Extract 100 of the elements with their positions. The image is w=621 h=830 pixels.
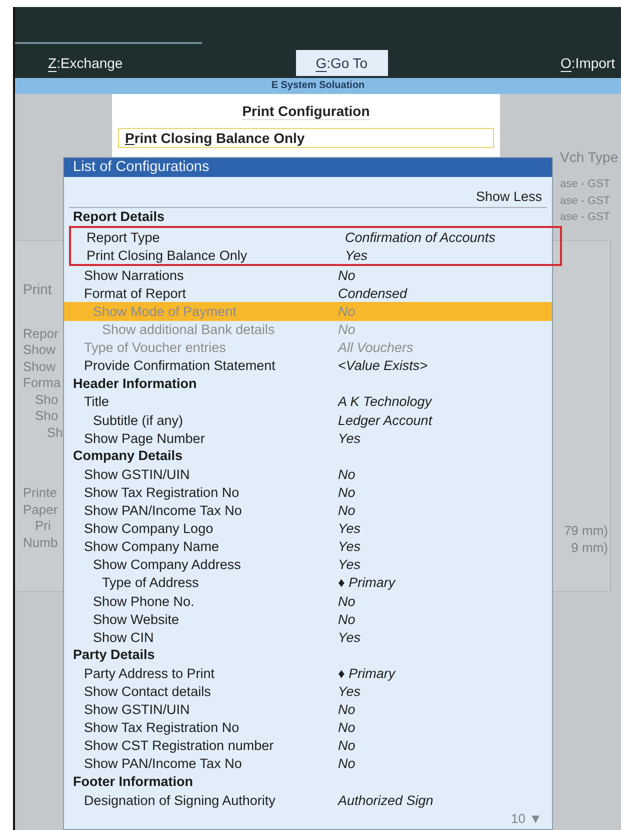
config-row[interactable]: Show PAN/Income Tax No No <box>64 754 552 773</box>
config-value: No <box>338 304 356 320</box>
background-label: Sho <box>35 408 60 424</box>
background-label: Sh <box>47 424 64 441</box>
config-row[interactable]: Party Address to Print ♦ Primary <box>64 664 552 682</box>
config-value: Yes <box>338 684 361 699</box>
config-row[interactable]: Show Website No <box>64 610 552 628</box>
background-label: Numb <box>23 534 59 551</box>
config-label: Show Company Address <box>92 557 242 572</box>
config-row[interactable]: Show CIN Yes <box>64 628 552 646</box>
config-value: <Value Exists> <box>338 358 428 374</box>
section-heading: Company Details <box>72 447 184 466</box>
config-label: Show CIN <box>92 630 155 645</box>
config-value: A K Technology <box>338 394 432 410</box>
config-label: Show Contact details <box>83 684 212 699</box>
config-value: ♦ Primary <box>338 666 396 681</box>
config-row[interactable]: Show Narrations No <box>64 266 552 284</box>
input-field[interactable]: Print Closing Balance Only <box>118 128 494 148</box>
config-value: No <box>338 268 356 283</box>
config-value: Yes <box>338 539 361 554</box>
config-label: Provide Confirmation Statement <box>83 358 276 374</box>
config-row[interactable]: Show Tax Registration No No <box>64 718 552 737</box>
config-row[interactable]: Subtitle (if any) Ledger Account <box>64 411 552 430</box>
config-label: Title <box>83 394 110 410</box>
config-row[interactable]: Show Page Number Yes <box>64 429 552 448</box>
config-row[interactable]: Show Company Name Yes <box>64 538 552 556</box>
page-indicator: 10 ▼ <box>511 811 542 826</box>
config-value: Yes <box>338 557 361 572</box>
config-label: Designation of Signing Authority <box>83 792 276 808</box>
config-label: Show Narrations <box>83 268 185 283</box>
config-value: Yes <box>338 430 361 446</box>
background-label: Sho <box>35 392 60 408</box>
config-value: Authorized Sign <box>338 792 434 808</box>
config-label: Party Address to Print <box>83 666 216 681</box>
config-row[interactable]: Show PAN/Income Tax No No <box>64 502 552 520</box>
config-label: Type of Address <box>101 575 200 590</box>
background-label: Vch Type <box>560 148 620 167</box>
show-less-link[interactable]: Show Less <box>476 189 542 205</box>
popup-title: List of Configurations <box>64 158 552 177</box>
config-row[interactable]: Format of Report Condensed <box>64 284 552 302</box>
config-label: Show PAN/Income Tax No <box>83 756 243 772</box>
config-label: Show Page Number <box>83 430 206 446</box>
config-label: Format of Report <box>83 286 188 301</box>
config-row[interactable]: Show GSTIN/UIN No <box>64 465 552 484</box>
config-value: No <box>338 466 356 482</box>
config-row[interactable]: Type of Address ♦ Primary <box>64 574 552 592</box>
menu-button[interactable]: Z:Exchange <box>48 50 143 76</box>
background-label: Forma <box>23 375 62 392</box>
config-label: Show Tax Registration No <box>83 720 240 736</box>
background-label: Paper <box>23 502 59 518</box>
config-value: No <box>338 484 356 500</box>
config-row[interactable]: Report Type Confirmation of Accounts <box>71 228 552 246</box>
config-label: Report Type <box>86 230 161 245</box>
config-label: Show Company Logo <box>83 521 214 536</box>
section-heading: Footer Information <box>72 772 194 791</box>
config-row[interactable]: Title A K Technology <box>64 392 552 412</box>
background-label: 79 mm) <box>564 523 608 540</box>
background-label: Repor <box>23 326 60 342</box>
company-name-bar: E System Soluation <box>15 78 621 94</box>
config-row[interactable]: Show GSTIN/UIN No <box>64 700 552 719</box>
config-label: Show additional Bank details <box>101 322 276 338</box>
background-label: ase - GST <box>560 177 612 192</box>
config-row[interactable]: Designation of Signing Authority Authorized Sign <box>64 791 552 810</box>
section-heading: Report Details <box>72 208 166 226</box>
background-label: ase - GST <box>560 210 612 225</box>
config-row[interactable]: Provide Confirmation Statement <Value Exists> <box>64 356 552 375</box>
config-label: Subtitle (if any) <box>92 412 184 428</box>
config-row[interactable]: Show Company Logo Yes <box>64 520 552 538</box>
config-value: No <box>338 720 356 736</box>
config-row[interactable]: Show Company Address Yes <box>64 556 552 574</box>
config-value: No <box>338 756 356 772</box>
config-value: All Vouchers <box>338 340 414 356</box>
menu-button[interactable]: O:Import <box>540 50 615 76</box>
background-label: ase - GST <box>560 194 612 208</box>
config-value: No <box>338 594 356 609</box>
config-label: Show PAN/Income Tax No <box>83 503 243 518</box>
config-value: No <box>338 702 356 718</box>
config-value: Condensed <box>338 286 408 301</box>
config-row[interactable]: Show Tax Registration No No <box>64 483 552 502</box>
config-value: Ledger Account <box>338 412 432 428</box>
config-value: Yes <box>338 630 361 645</box>
config-row[interactable]: Print Closing Balance Only Yes <box>71 246 552 264</box>
config-label: Show Phone No. <box>92 594 196 609</box>
config-row[interactable]: Show CST Registration number No <box>64 736 552 755</box>
config-label: Show Company Name <box>83 539 220 554</box>
config-value: No <box>338 503 356 518</box>
config-label: Show GSTIN/UIN <box>83 466 191 482</box>
config-label: Show CST Registration number <box>83 738 275 754</box>
config-row[interactable]: Show Phone No. No <box>64 592 552 610</box>
menu-button[interactable]: G:Go To <box>296 50 388 76</box>
config-row[interactable]: Show Contact details Yes <box>64 682 552 701</box>
panel-title: Print Configuration <box>242 103 370 120</box>
section-heading: Party Details <box>72 646 156 664</box>
config-label: Show Mode of Payment <box>92 304 238 320</box>
background-label: Printe <box>23 485 58 502</box>
config-value: Confirmation of Accounts <box>345 230 496 245</box>
background-label: Pri <box>35 518 52 534</box>
config-value: No <box>338 322 356 338</box>
config-label: Show Tax Registration No <box>83 484 240 500</box>
config-value: ♦ Primary <box>338 575 396 590</box>
